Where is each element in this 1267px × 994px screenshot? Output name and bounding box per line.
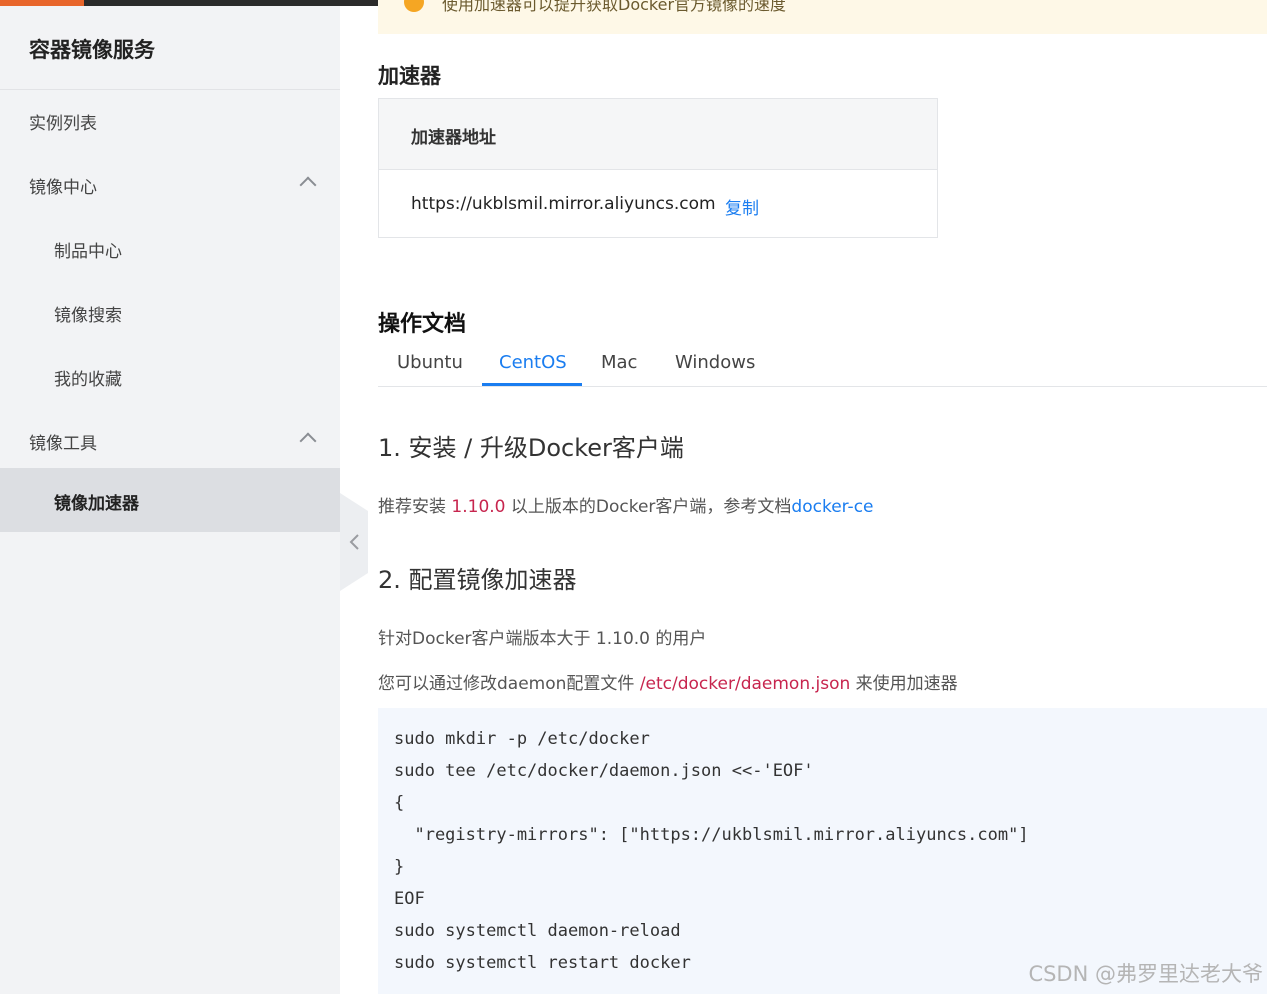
tab-ubuntu[interactable]: Ubuntu (397, 352, 463, 373)
step2-text-before: 您可以通过修改daemon配置文件 (378, 674, 640, 694)
code-line: sudo tee /etc/docker/daemon.json <<-'EOF… (394, 761, 814, 781)
warning-icon (404, 0, 424, 12)
step2-line2: 您可以通过修改daemon配置文件 /etc/docker/daemon.jso… (378, 669, 958, 694)
code-line: sudo mkdir -p /etc/docker (394, 729, 650, 749)
sidebar-collapse-toggle[interactable] (340, 493, 368, 591)
step2-title: 2. 配置镜像加速器 (378, 566, 577, 594)
tab-windows[interactable]: Windows (675, 352, 755, 373)
sidebar-item-instance-list[interactable]: 实例列表 (0, 88, 340, 152)
active-tab-indicator (482, 383, 582, 386)
watermark: CSDN @弗罗里达老大爷 (1028, 962, 1263, 986)
sidebar-item-label: 镜像加速器 (54, 494, 139, 514)
sidebar-item-label: 镜像中心 (29, 178, 97, 198)
accelerator-heading: 加速器 (378, 64, 441, 88)
sidebar-item-artifact-center[interactable]: 制品中心 (0, 216, 340, 280)
daemon-json-path: /etc/docker/daemon.json (639, 674, 851, 694)
step2-line1: 针对Docker客户端版本大于 1.10.0 的用户 (378, 629, 707, 649)
code-line: EOF (394, 889, 425, 909)
sidebar-item-image-search[interactable]: 镜像搜索 (0, 280, 340, 344)
sidebar: 容器镜像服务 实例列表 镜像中心 制品中心 镜像搜索 我的收藏 镜像工具 镜像加… (0, 6, 340, 994)
sidebar-item-image-tools[interactable]: 镜像工具 (0, 408, 340, 472)
accelerator-url: https://ukblsmil.mirror.aliyuncs.com (411, 194, 716, 214)
code-line: { (394, 793, 405, 813)
step1-text-mid: 以上版本的Docker客户端，参考文档 (505, 497, 792, 517)
sidebar-item-label: 镜像工具 (29, 434, 97, 454)
sidebar-item-image-center[interactable]: 镜像中心 (0, 152, 340, 216)
chevron-up-icon (299, 176, 317, 194)
sidebar-item-image-accelerator[interactable]: 镜像加速器 (0, 468, 340, 532)
code-block[interactable]: sudo mkdir -p /etc/docker sudo tee /etc/… (378, 708, 1267, 994)
tab-mac[interactable]: Mac (601, 352, 637, 373)
step2-text-after: 来使用加速器 (850, 674, 958, 694)
sidebar-item-favorites[interactable]: 我的收藏 (0, 344, 340, 408)
docker-ce-link[interactable]: docker-ce (791, 497, 873, 517)
info-banner: 使用加速器可以提升获取Docker官方镜像的速度 (378, 0, 1267, 34)
os-tabs: Ubuntu CentOS Mac Windows (378, 340, 1267, 387)
sidebar-item-label: 制品中心 (54, 242, 122, 262)
code-line: sudo systemctl restart docker (394, 953, 691, 973)
code-line: "registry-mirrors": ["https://ukblsmil.m… (394, 825, 1029, 845)
code-line: } (394, 857, 405, 877)
sidebar-title: 容器镜像服务 (29, 38, 155, 62)
version-number: 1.10.0 (451, 497, 506, 517)
code-line: sudo systemctl daemon-reload (394, 921, 681, 941)
sidebar-item-label: 镜像搜索 (54, 306, 122, 326)
accelerator-address-label: 加速器地址 (411, 128, 496, 148)
step1-text: 推荐安装 1.10.0 以上版本的Docker客户端，参考文档docker-ce (378, 492, 874, 517)
banner-text: 使用加速器可以提升获取Docker官方镜像的速度 (442, 0, 787, 14)
sidebar-item-label: 我的收藏 (54, 370, 122, 390)
docs-heading: 操作文档 (378, 312, 467, 337)
chevron-up-icon (299, 432, 317, 450)
step1-text-before: 推荐安装 (378, 497, 452, 517)
sidebar-item-label: 实例列表 (29, 114, 97, 134)
accelerator-card: 加速器地址 https://ukblsmil.mirror.aliyuncs.c… (378, 98, 938, 238)
tab-centos[interactable]: CentOS (499, 352, 567, 373)
step1-title: 1. 安装 / 升级Docker客户端 (378, 434, 684, 462)
copy-link[interactable]: 复制 (725, 194, 759, 219)
accelerator-card-header: 加速器地址 (379, 99, 937, 170)
